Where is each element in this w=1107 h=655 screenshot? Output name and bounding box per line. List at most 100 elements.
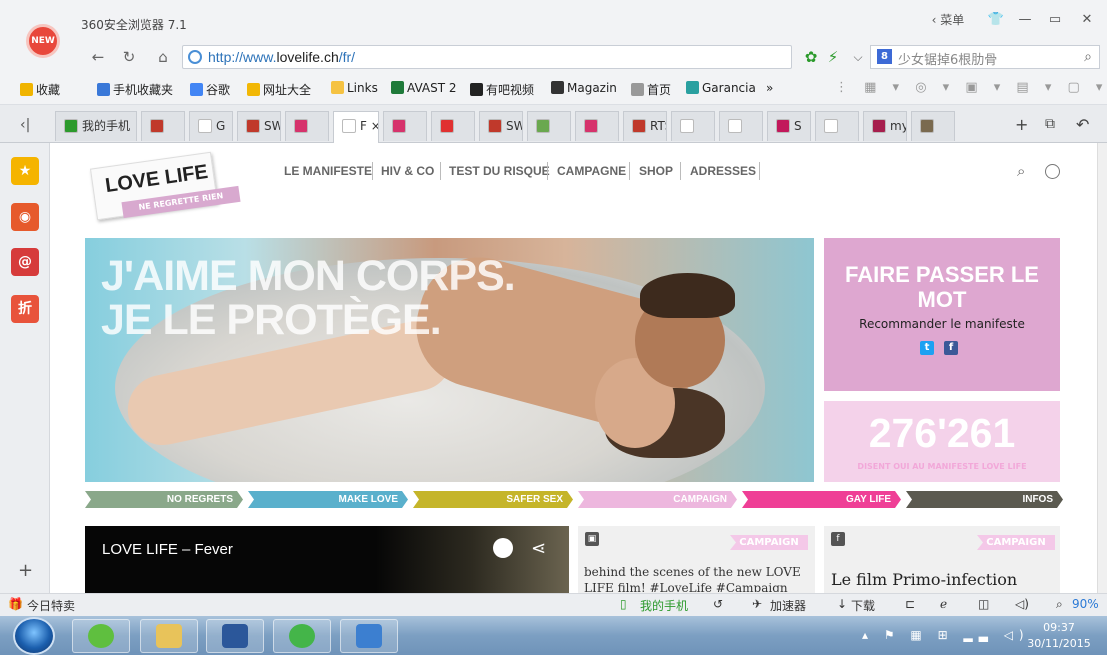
tab-active[interactable]: F ×	[333, 111, 379, 143]
search-icon[interactable]: ⌕	[1077, 46, 1099, 68]
favorite-item[interactable]: AVAST 2	[391, 81, 457, 95]
favorite-star-icon[interactable]: ★	[11, 157, 39, 185]
tab[interactable]: SWI	[479, 111, 523, 141]
reload-icon[interactable]: ↻	[118, 46, 140, 68]
tab-favicon	[246, 119, 260, 133]
close-button[interactable]: ✕	[1075, 10, 1099, 30]
menu-separator	[629, 162, 630, 180]
extension-icons[interactable]: ⋮ ▦ ▾ ◎ ▾ ▣ ▾ ▤ ▾ ▢ ▾ ⚲	[835, 80, 1107, 95]
history-icon[interactable]: ↺	[713, 597, 723, 611]
category-tab[interactable]: GAY LIFE	[742, 491, 901, 508]
tab[interactable]	[285, 111, 329, 141]
back-arrow-icon[interactable]: ←	[87, 46, 109, 68]
tab[interactable]	[815, 111, 859, 141]
my-phone-link[interactable]: 我的手机	[640, 597, 688, 614]
tab[interactable]	[431, 111, 475, 141]
tab[interactable]	[141, 111, 185, 141]
tab[interactable]: 我的手机	[55, 111, 137, 141]
weibo-icon[interactable]: ◉	[11, 203, 39, 231]
word-icon	[222, 624, 248, 648]
sound-icon[interactable]: ◁)	[1015, 597, 1029, 611]
favorite-item[interactable]: 收藏	[20, 81, 60, 98]
tab[interactable]	[575, 111, 619, 141]
menu-item[interactable]: TEST DU RISQUE	[449, 164, 550, 178]
category-tab[interactable]: SAFER SEX	[413, 491, 573, 508]
favorite-item[interactable]: 手机收藏夹	[97, 81, 173, 98]
chevron-down-icon[interactable]: ⌵	[847, 46, 869, 68]
clock-date: 30/11/2015	[1027, 637, 1091, 650]
tab-scroll-left-icon[interactable]: ‹|	[20, 117, 30, 133]
speed-mode-icon[interactable]: ⚡	[822, 46, 844, 68]
card1-tag[interactable]: CAMPAIGN	[730, 535, 808, 550]
category-tab[interactable]: NO REGRETS	[85, 491, 243, 508]
favorite-item[interactable]: Links	[331, 81, 378, 95]
zoom-icon[interactable]: ⌕	[1056, 597, 1063, 612]
daily-deals-link[interactable]: 今日特卖	[27, 597, 75, 614]
favorite-item[interactable]: 有吧视频	[470, 81, 534, 98]
pin-icon[interactable]: ⊏	[905, 597, 915, 611]
tab[interactable]: S	[767, 111, 811, 141]
clock-icon[interactable]	[493, 538, 513, 558]
video-thumbnail[interactable]	[85, 526, 569, 596]
favorite-item[interactable]: 首页	[631, 81, 671, 98]
category-tab[interactable]: CAMPAIGN	[578, 491, 737, 508]
favorite-item[interactable]: »	[766, 81, 773, 95]
tab[interactable]	[671, 111, 715, 141]
category-tab[interactable]: MAKE LOVE	[248, 491, 408, 508]
favorite-item[interactable]: 网址大全	[247, 81, 311, 98]
category-tab[interactable]: INFOS	[906, 491, 1063, 508]
discount-icon[interactable]: 折	[11, 295, 39, 323]
card2-tag[interactable]: CAMPAIGN	[977, 535, 1055, 550]
favorite-item[interactable]: Garancia	[686, 81, 756, 95]
url-text[interactable]: http://www.lovelife.ch/fr/	[208, 49, 355, 65]
tab[interactable]	[719, 111, 763, 141]
favorite-label: 谷歌	[206, 83, 231, 97]
language-globe-icon[interactable]	[1045, 164, 1060, 179]
search-engine-icon[interactable]: 8	[877, 49, 892, 64]
menu-button[interactable]: ‹ 菜单	[920, 10, 976, 30]
maximize-button[interactable]: ▭	[1043, 10, 1067, 30]
taskbar-clock[interactable]: 09:37 30/11/2015	[1014, 620, 1104, 652]
menu-item[interactable]: CAMPAGNE	[557, 164, 626, 178]
facebook-icon[interactable]: f	[944, 341, 958, 355]
mail-icon[interactable]: @	[11, 248, 39, 276]
favorite-item[interactable]: Magazin	[551, 81, 617, 95]
undo-close-icon[interactable]: ↶	[1076, 115, 1089, 134]
menu-item[interactable]: HIV & CO	[381, 164, 434, 178]
ie-mode-icon[interactable]: ℯ	[940, 597, 947, 611]
new-badge-icon[interactable]: NEW	[26, 24, 60, 58]
favorite-icon	[97, 83, 110, 96]
share-panel	[824, 238, 1060, 391]
tab-list-icon[interactable]: ⧉	[1045, 116, 1055, 132]
tab[interactable]	[911, 111, 955, 141]
minimize-button[interactable]: —	[1013, 10, 1037, 30]
screenshot-icon[interactable]: ◫	[978, 597, 989, 611]
home-icon[interactable]: ⌂	[152, 46, 174, 68]
new-tab-icon[interactable]: +	[1015, 115, 1028, 134]
download-link[interactable]: 下载	[851, 597, 875, 614]
add-sidebar-icon[interactable]: +	[18, 560, 33, 581]
tab[interactable]: RTS	[623, 111, 667, 141]
search-input[interactable]: 少女锯掉6根肋骨	[898, 49, 997, 68]
favorite-icon	[247, 83, 260, 96]
share-subtitle[interactable]: Recommander le manifeste	[824, 317, 1060, 331]
start-button[interactable]	[13, 617, 55, 655]
tab[interactable]: SWI	[237, 111, 281, 141]
menu-item[interactable]: SHOP	[639, 164, 673, 178]
accelerator-link[interactable]: 加速器	[770, 597, 806, 614]
twitter-icon[interactable]: t	[920, 341, 934, 355]
zoom-level[interactable]: 90%	[1072, 597, 1099, 611]
tab[interactable]	[383, 111, 427, 141]
tab[interactable]	[527, 111, 571, 141]
page-scrollbar[interactable]	[1097, 143, 1107, 593]
tab[interactable]: G	[189, 111, 233, 141]
favorite-item[interactable]: 谷歌	[190, 81, 230, 98]
tray-icons[interactable]: ▴ ⚑ ▦ ⊞ ▂▃ ◁)	[862, 628, 1030, 642]
site-search-icon[interactable]: ⌕	[1017, 162, 1025, 180]
tab[interactable]: my	[863, 111, 907, 141]
safe-check-icon[interactable]: ✿	[800, 46, 822, 68]
menu-item[interactable]: LE MANIFESTE	[284, 164, 372, 178]
share-icon[interactable]: ⋖	[531, 538, 546, 559]
skin-icon[interactable]: 👕	[985, 10, 1007, 30]
menu-item[interactable]: ADRESSES	[690, 164, 756, 178]
